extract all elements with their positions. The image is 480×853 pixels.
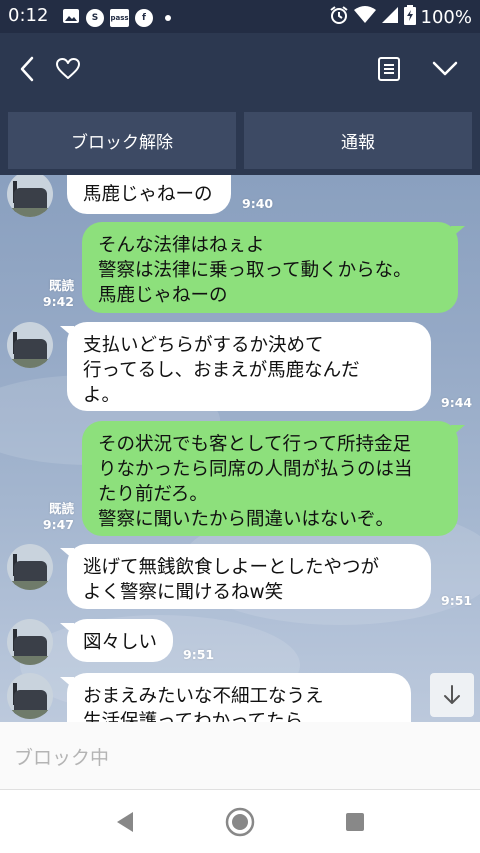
menu-toggle-button[interactable] bbox=[423, 47, 467, 91]
signal-icon bbox=[381, 6, 399, 28]
chat-header bbox=[0, 33, 480, 105]
avatar[interactable] bbox=[7, 673, 53, 719]
alarm-icon bbox=[329, 5, 349, 29]
status-time: 0:12 bbox=[8, 5, 49, 26]
nav-recents-button[interactable] bbox=[335, 802, 375, 842]
message-time: 9:51 bbox=[441, 593, 473, 608]
message-bubble[interactable]: 図々しい bbox=[67, 619, 173, 662]
chevron-down-icon bbox=[432, 61, 458, 76]
back-icon bbox=[20, 56, 34, 82]
message-time: 9:47 bbox=[42, 517, 74, 532]
battery-icon bbox=[403, 5, 416, 29]
message-bubble[interactable]: そんな法律はねぇよ 警察は法律に乗っ取って動くからな。 馬鹿じゃねーの bbox=[82, 222, 458, 313]
message-time: 9:44 bbox=[441, 395, 473, 410]
dot-icon bbox=[165, 15, 171, 21]
notes-button[interactable] bbox=[367, 47, 411, 91]
message-time: 9:51 bbox=[183, 647, 215, 662]
avatar[interactable] bbox=[7, 544, 53, 590]
notes-icon bbox=[378, 57, 400, 81]
navigation-bar bbox=[0, 790, 480, 853]
unblock-button[interactable]: ブロック解除 bbox=[8, 112, 236, 169]
battery-percent: 100% bbox=[420, 6, 472, 28]
blocked-footer: ブロック中 bbox=[0, 722, 480, 790]
nav-back-button[interactable] bbox=[105, 802, 145, 842]
home-circle-icon bbox=[225, 807, 255, 837]
message-bubble[interactable]: 逃げて無銭飲食しよーとしたやつが よく警察に聞けるねw笑 bbox=[67, 544, 431, 609]
facebook-icon: f bbox=[135, 9, 153, 27]
message-bubble[interactable]: 馬鹿じゃねーの bbox=[67, 175, 231, 214]
avatar[interactable] bbox=[7, 175, 53, 217]
blocked-label: ブロック中 bbox=[14, 747, 110, 769]
recents-square-icon bbox=[346, 813, 364, 831]
message-time: 9:42 bbox=[42, 294, 74, 309]
favorite-button[interactable] bbox=[46, 47, 90, 91]
chat-area[interactable]: 馬鹿じゃねーの 9:40 既読 9:42 そんな法律はねぇよ 警察は法律に乗っ取… bbox=[0, 175, 480, 722]
skype-icon: S bbox=[86, 9, 104, 27]
pass-icon: pass bbox=[110, 9, 129, 27]
status-bar: 0:12 S pass f 100% bbox=[0, 0, 480, 33]
heart-icon bbox=[56, 58, 80, 79]
image-icon bbox=[62, 7, 80, 29]
message-bubble[interactable]: その状況でも客として行って所持金足 りなかったら同席の人間が払うのは当 たり前だ… bbox=[82, 421, 458, 536]
back-button[interactable] bbox=[6, 47, 50, 91]
arrow-down-icon bbox=[444, 685, 460, 704]
read-receipt: 既読 bbox=[48, 501, 74, 516]
avatar[interactable] bbox=[7, 619, 53, 665]
message-time: 9:40 bbox=[242, 196, 274, 211]
action-bar: ブロック解除 通報 bbox=[0, 105, 480, 175]
report-button[interactable]: 通報 bbox=[244, 112, 472, 169]
message-bubble[interactable]: おまえみたいな不細工なうえ 生活保護ってわかってたら bbox=[67, 673, 411, 722]
message-bubble[interactable]: 支払いどちらがするか決めて 行ってるし、おまえが馬鹿なんだ よ。 bbox=[67, 322, 431, 411]
read-receipt: 既読 bbox=[48, 278, 74, 293]
wifi-icon bbox=[353, 6, 376, 28]
back-triangle-icon bbox=[117, 812, 133, 832]
avatar[interactable] bbox=[7, 322, 53, 368]
scroll-to-bottom-button[interactable] bbox=[430, 673, 474, 717]
nav-home-button[interactable] bbox=[220, 802, 260, 842]
